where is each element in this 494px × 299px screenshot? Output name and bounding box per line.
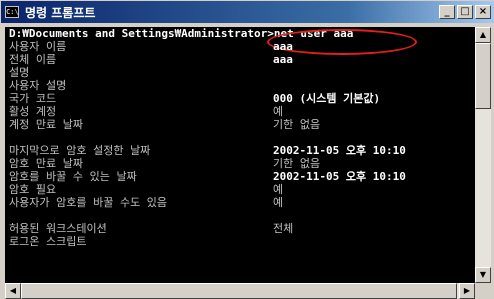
- field-value: 예: [273, 105, 284, 118]
- cmd-app-icon[interactable]: C:\: [5, 6, 19, 18]
- field-value: 2002-11-05 오후 10:10: [273, 170, 406, 183]
- field-name: 사용자가 암호를 바꿀 수도 있음: [9, 196, 168, 209]
- console-line: 설명: [5, 66, 475, 79]
- field-value: aaa: [273, 53, 293, 66]
- field-value: 예: [273, 196, 284, 209]
- vertical-scroll-thumb[interactable]: [475, 43, 491, 109]
- console-line: 국가 코드 000 (시스템 기본값): [5, 92, 475, 105]
- field-value: 전체: [273, 222, 294, 235]
- field-name: 허용된 워크스테이션: [9, 222, 107, 235]
- console-line: 활성 계정 예: [5, 105, 475, 118]
- field-name: 전체 이름: [9, 53, 57, 66]
- console-output[interactable]: D:₩Documents and Settings₩Administrator>…: [5, 27, 475, 283]
- close-button[interactable]: ×: [475, 5, 491, 19]
- title-bar[interactable]: C:\ 명령 프롬프트 _ □ ×: [1, 1, 494, 23]
- command-prompt-window: C:\ 명령 프롬프트 _ □ × D:₩Documents and Setti…: [0, 0, 494, 299]
- minimize-button[interactable]: _: [439, 5, 455, 19]
- console-line: 전체 이름 aaa: [5, 53, 475, 66]
- scroll-up-button[interactable]: ▲: [475, 27, 491, 43]
- scroll-left-button[interactable]: ◀: [5, 283, 21, 299]
- field-value: 2002-11-05 오후 10:10: [273, 144, 406, 157]
- field-name: 사용자 이름: [9, 40, 67, 53]
- field-name: 활성 계정: [9, 105, 57, 118]
- field-name: 설명: [9, 66, 30, 79]
- field-value: 예: [273, 183, 284, 196]
- console-line: 사용자 이름 aaa: [5, 40, 475, 53]
- console-line: 계정 만료 날짜 기한 없음: [5, 118, 475, 131]
- console-line: 사용자가 암호를 바꿀 수도 있음 예: [5, 196, 475, 209]
- field-name: 마지막으로 암호 설정한 날짜: [9, 144, 151, 157]
- scrollbar-corner: [475, 283, 491, 299]
- field-name: 암호 만료 날짜: [9, 157, 83, 170]
- field-name: 로그온 스크립트: [9, 235, 87, 248]
- scroll-right-button[interactable]: ▶: [459, 283, 475, 299]
- console-line: 허용된 워크스테이션 전체: [5, 222, 475, 235]
- maximize-button[interactable]: □: [457, 5, 473, 19]
- field-value: 기한 없음: [273, 118, 321, 131]
- field-value: 기한 없음: [273, 157, 321, 170]
- field-name: 암호 필요: [9, 183, 57, 196]
- window-title: 명령 프롬프트: [25, 5, 96, 20]
- console-line: 마지막으로 암호 설정한 날짜 2002-11-05 오후 10:10: [5, 144, 475, 157]
- field-name: 계정 만료 날짜: [9, 118, 83, 131]
- horizontal-scrollbar[interactable]: ◀ ▶: [5, 283, 475, 299]
- field-name: 암호를 바꿀 수 있는 날짜: [9, 170, 137, 183]
- prompt-path: D:₩Documents and Settings₩Administrator>: [9, 27, 274, 40]
- console-line: 사용자 설명: [5, 79, 475, 92]
- field-name: 국가 코드: [9, 92, 57, 105]
- scroll-down-button[interactable]: ▼: [475, 267, 491, 283]
- console-line: 암호 만료 날짜 기한 없음: [5, 157, 475, 170]
- console-line: 로그온 스크립트: [5, 235, 475, 248]
- horizontal-scroll-thumb[interactable]: [21, 283, 457, 299]
- console-line: 암호를 바꿀 수 있는 날짜 2002-11-05 오후 10:10: [5, 170, 475, 183]
- field-value: 000 (시스템 기본값): [273, 92, 381, 105]
- field-value: aaa: [273, 40, 293, 53]
- console-line: 암호 필요 예: [5, 183, 475, 196]
- vertical-scrollbar[interactable]: ▲ ▼: [475, 27, 491, 283]
- field-name: 사용자 설명: [9, 79, 67, 92]
